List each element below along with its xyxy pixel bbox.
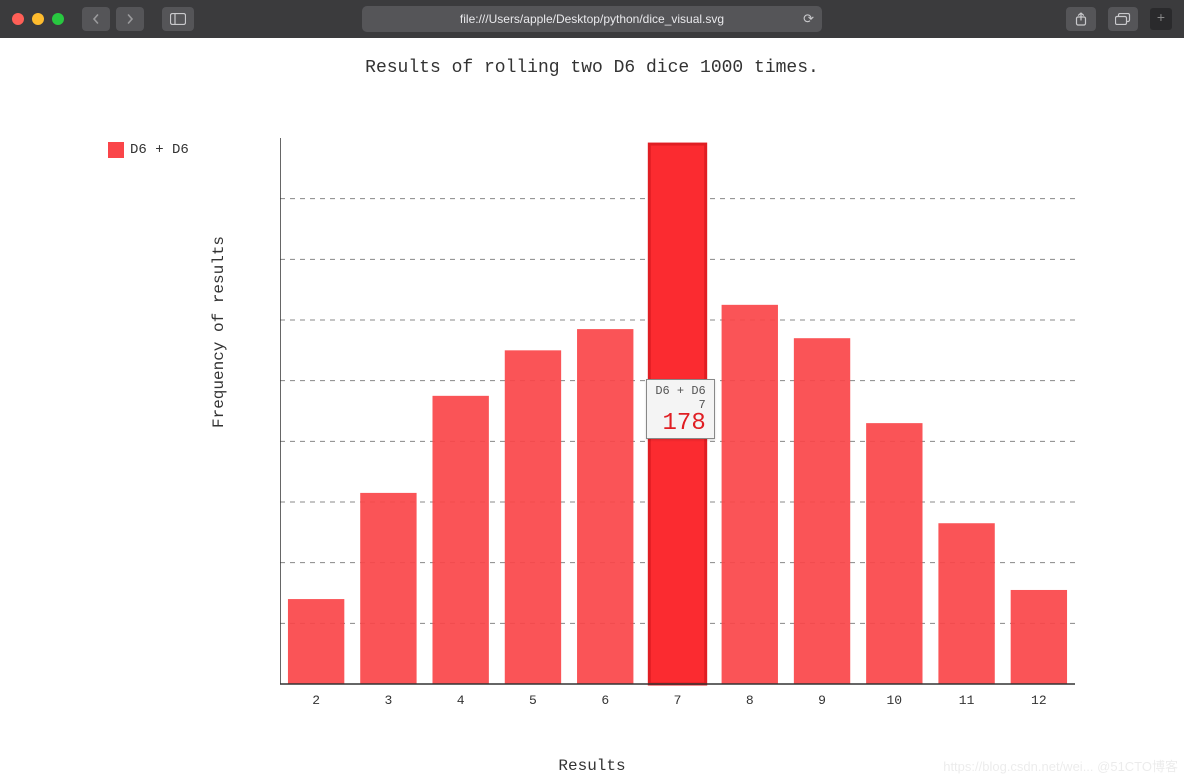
x-tick-label: 12 <box>1031 693 1047 708</box>
close-icon[interactable] <box>12 13 24 25</box>
x-tick-label: 9 <box>818 693 826 708</box>
zoom-icon[interactable] <box>52 13 64 25</box>
chart-bar[interactable] <box>722 305 778 684</box>
share-button[interactable] <box>1066 7 1096 31</box>
new-tab-button[interactable]: + <box>1150 8 1172 30</box>
x-tick-label: 7 <box>674 693 682 708</box>
page-content: Results of rolling two D6 dice 1000 time… <box>0 38 1184 777</box>
x-tick-label: 5 <box>529 693 537 708</box>
tooltip-value: 178 <box>655 412 705 436</box>
chart-bar[interactable] <box>577 329 633 684</box>
x-tick-label: 3 <box>385 693 393 708</box>
chart-bar[interactable] <box>505 350 561 684</box>
browser-titlebar: file:///Users/apple/Desktop/python/dice_… <box>0 0 1184 38</box>
minimize-icon[interactable] <box>32 13 44 25</box>
tooltip-series: D6 + D6 <box>655 384 705 398</box>
chart-bar[interactable] <box>938 523 994 684</box>
chart-title: Results of rolling two D6 dice 1000 time… <box>0 58 1184 78</box>
back-button[interactable] <box>82 7 110 31</box>
chart-legend[interactable]: D6 + D6 <box>108 142 189 158</box>
chart-bar[interactable] <box>432 396 488 684</box>
forward-button[interactable] <box>116 7 144 31</box>
x-tick-label: 4 <box>457 693 465 708</box>
x-tick-label: 8 <box>746 693 754 708</box>
sidebar-toggle-button[interactable] <box>162 7 194 31</box>
chart-bar[interactable] <box>794 338 850 684</box>
x-tick-label: 2 <box>312 693 320 708</box>
nav-buttons <box>82 7 144 31</box>
x-tick-label: 10 <box>887 693 903 708</box>
legend-label: D6 + D6 <box>130 142 189 158</box>
chart-bar[interactable] <box>360 493 416 684</box>
y-axis-label: Frequency of results <box>210 236 228 428</box>
chart-plot-area[interactable]: 02040608010012014016023456789101112 D6 +… <box>280 134 1080 724</box>
watermark-text: https://blog.csdn.net/wei... @51CTO博客 <box>943 756 1178 775</box>
x-tick-label: 11 <box>959 693 975 708</box>
url-text: file:///Users/apple/Desktop/python/dice_… <box>460 12 724 26</box>
x-tick-label: 6 <box>601 693 609 708</box>
reload-icon[interactable]: ⟳ <box>803 11 814 27</box>
tabs-button[interactable] <box>1108 7 1138 31</box>
legend-swatch-icon <box>108 142 124 158</box>
chart-bar[interactable] <box>866 423 922 684</box>
window-traffic-lights <box>12 13 64 25</box>
chart-bar[interactable] <box>288 599 344 684</box>
chart-tooltip: D6 + D6 7 178 <box>646 379 714 439</box>
url-field[interactable]: file:///Users/apple/Desktop/python/dice_… <box>362 6 822 32</box>
chart-bar[interactable] <box>1011 590 1067 684</box>
